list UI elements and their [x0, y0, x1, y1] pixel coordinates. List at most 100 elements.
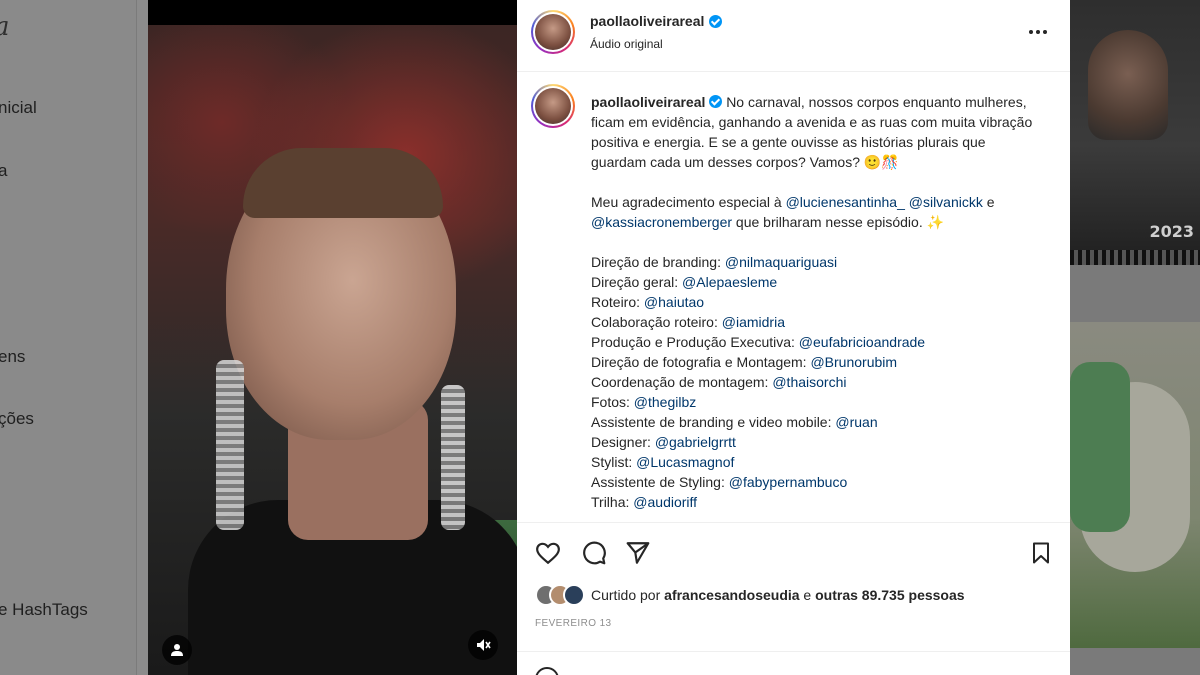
- tile-film-strip: [1070, 250, 1200, 265]
- credit-line: Designer: @gabrielgrrtt: [591, 432, 1041, 452]
- sidebar-item-notifications[interactable]: ções: [0, 409, 34, 429]
- add-comment-row[interactable]: [517, 651, 1070, 675]
- credit-mention-link[interactable]: @iamidria: [722, 314, 785, 330]
- credit-role: Direção geral:: [591, 274, 683, 290]
- credit-line: Fotos: @thegilbz: [591, 392, 1041, 412]
- post-date[interactable]: FEVEREIRO 13: [535, 618, 612, 629]
- credit-role: Assistente de Styling:: [591, 474, 729, 490]
- credit-role: Produção e Produção Executiva:: [591, 334, 799, 350]
- background-feed-grid: 2023: [1070, 0, 1200, 675]
- post-caption: paollaoliveirareal No carnaval, nossos c…: [517, 72, 1070, 522]
- save-button[interactable]: [1029, 540, 1055, 566]
- sidebar-item-messages[interactable]: ens: [0, 347, 25, 367]
- more-horizontal-icon: [1029, 30, 1047, 34]
- video-earring-right: [441, 385, 465, 530]
- heart-icon: [536, 542, 560, 565]
- like-button[interactable]: [535, 540, 561, 566]
- post-header: paollaoliveirareal Áudio original: [517, 0, 1070, 72]
- credit-mention-link[interactable]: @eufabricioandrade: [799, 334, 925, 350]
- audio-link[interactable]: Áudio original: [590, 37, 663, 51]
- thanks-suffix: que brilharam nesse episódio. ✨: [732, 214, 945, 230]
- credit-mention-link[interactable]: @Lucasmagnof: [636, 454, 734, 470]
- credit-line: Direção de fotografia e Montagem: @Bruno…: [591, 352, 1041, 372]
- mention-link[interactable]: @lucienesantinha_: [786, 194, 905, 210]
- likes-prefix: Curtido por: [591, 587, 665, 603]
- credit-mention-link[interactable]: @ruan: [835, 414, 877, 430]
- credit-mention-link[interactable]: @audioriff: [633, 494, 697, 510]
- caption-emojis: 🙂🎊: [863, 154, 899, 170]
- credit-role: Designer:: [591, 434, 655, 450]
- credit-mention-link[interactable]: @thegilbz: [634, 394, 696, 410]
- credit-line: Direção geral: @Alepaesleme: [591, 272, 1041, 292]
- author-username[interactable]: paollaoliveirareal: [590, 13, 704, 29]
- caption-body: paollaoliveirareal No carnaval, nossos c…: [591, 92, 1041, 512]
- thanks-prefix: Meu agradecimento especial à: [591, 194, 786, 210]
- mention-link[interactable]: @silvanickk: [909, 194, 983, 210]
- credit-mention-link[interactable]: @nilmaquariguasi: [725, 254, 837, 270]
- credit-role: Assistente de branding e video mobile:: [591, 414, 836, 430]
- comment-button[interactable]: [581, 540, 607, 566]
- post-details-panel: paollaoliveirareal Áudio original paolla…: [517, 0, 1070, 675]
- tile-portrait-image: [1088, 30, 1168, 140]
- liker-username[interactable]: afrancesandoseudia: [664, 587, 799, 603]
- caption-thanks: Meu agradecimento especial à @lucienesan…: [591, 192, 1041, 232]
- video-earring-left: [216, 360, 244, 530]
- tagged-users-button[interactable]: [162, 635, 192, 665]
- credit-line: Direção de branding: @nilmaquariguasi: [591, 252, 1041, 272]
- credit-line: Coordenação de montagem: @thaisorchi: [591, 372, 1041, 392]
- credit-line: Assistente de branding e video mobile: @…: [591, 412, 1041, 432]
- author-avatar[interactable]: [531, 10, 575, 54]
- speaker-muted-icon: [477, 639, 491, 651]
- caption-verified-badge-icon: [709, 95, 723, 108]
- more-options-button[interactable]: [1028, 22, 1048, 40]
- comment-icon: [583, 541, 606, 565]
- credit-role: Roteiro:: [591, 294, 644, 310]
- credit-role: Stylist:: [591, 454, 637, 470]
- sidebar: a nicial a ens ções e HashTags: [0, 0, 137, 675]
- instagram-post-modal: a nicial a ens ções e HashTags 2023: [0, 0, 1200, 675]
- likes-middle: e: [799, 587, 816, 603]
- likes-summary[interactable]: Curtido por afrancesandoseudia e outras …: [535, 584, 965, 606]
- credit-line: Trilha: @audioriff: [591, 492, 1041, 512]
- sidebar-item-search[interactable]: a: [0, 161, 7, 181]
- mute-button[interactable]: [468, 630, 498, 660]
- credit-mention-link[interactable]: @Alepaesleme: [682, 274, 777, 290]
- credit-mention-link[interactable]: @thaisorchi: [772, 374, 846, 390]
- sidebar-item-home[interactable]: nicial: [0, 98, 37, 118]
- likes-text: Curtido por afrancesandoseudia e outras …: [591, 587, 965, 603]
- credit-mention-link[interactable]: @haiutao: [644, 294, 704, 310]
- credit-role: Direção de branding:: [591, 254, 725, 270]
- tile-person-image: [1070, 362, 1130, 532]
- credit-role: Direção de fotografia e Montagem:: [591, 354, 811, 370]
- caption-intro: paollaoliveirareal No carnaval, nossos c…: [591, 92, 1041, 172]
- credits-list: Direção de branding: @nilmaquariguasi Dir…: [591, 252, 1041, 512]
- caption-username[interactable]: paollaoliveirareal: [591, 94, 705, 110]
- sidebar-item-hashtags[interactable]: e HashTags: [0, 600, 88, 620]
- credit-line: Assistente de Styling: @fabypernambuco: [591, 472, 1041, 492]
- background-post-tile[interactable]: 2023: [1070, 0, 1200, 265]
- credit-role: Fotos:: [591, 394, 634, 410]
- credit-role: Trilha:: [591, 494, 634, 510]
- verified-badge-icon: [709, 14, 723, 28]
- tile-year-text: 2023: [1149, 222, 1194, 241]
- likes-others-count[interactable]: outras 89.735 pessoas: [815, 587, 964, 603]
- thanks-and: e: [982, 194, 995, 210]
- post-actions: Curtido por afrancesandoseudia e outras …: [517, 522, 1070, 675]
- credit-role: Colaboração roteiro:: [591, 314, 722, 330]
- caption-author-avatar[interactable]: [531, 84, 575, 128]
- post-video[interactable]: [148, 0, 517, 675]
- credit-line: Stylist: @Lucasmagnof: [591, 452, 1041, 472]
- mention-link[interactable]: @kassiacronemberger: [591, 214, 732, 230]
- credit-mention-link[interactable]: @Brunorubim: [810, 354, 897, 370]
- emoji-icon[interactable]: [535, 667, 559, 675]
- bookmark-icon: [1033, 542, 1049, 564]
- credit-role: Coordenação de montagem:: [591, 374, 773, 390]
- video-subject-hair: [243, 148, 443, 218]
- credit-line: Colaboração roteiro: @iamidria: [591, 312, 1041, 332]
- credit-mention-link[interactable]: @fabypernambuco: [729, 474, 848, 490]
- share-button[interactable]: [625, 540, 651, 566]
- sidebar-logo: a: [0, 12, 10, 42]
- background-post-tile-2[interactable]: [1070, 322, 1200, 648]
- credit-mention-link[interactable]: @gabrielgrrtt: [655, 434, 736, 450]
- user-icon: [171, 644, 183, 656]
